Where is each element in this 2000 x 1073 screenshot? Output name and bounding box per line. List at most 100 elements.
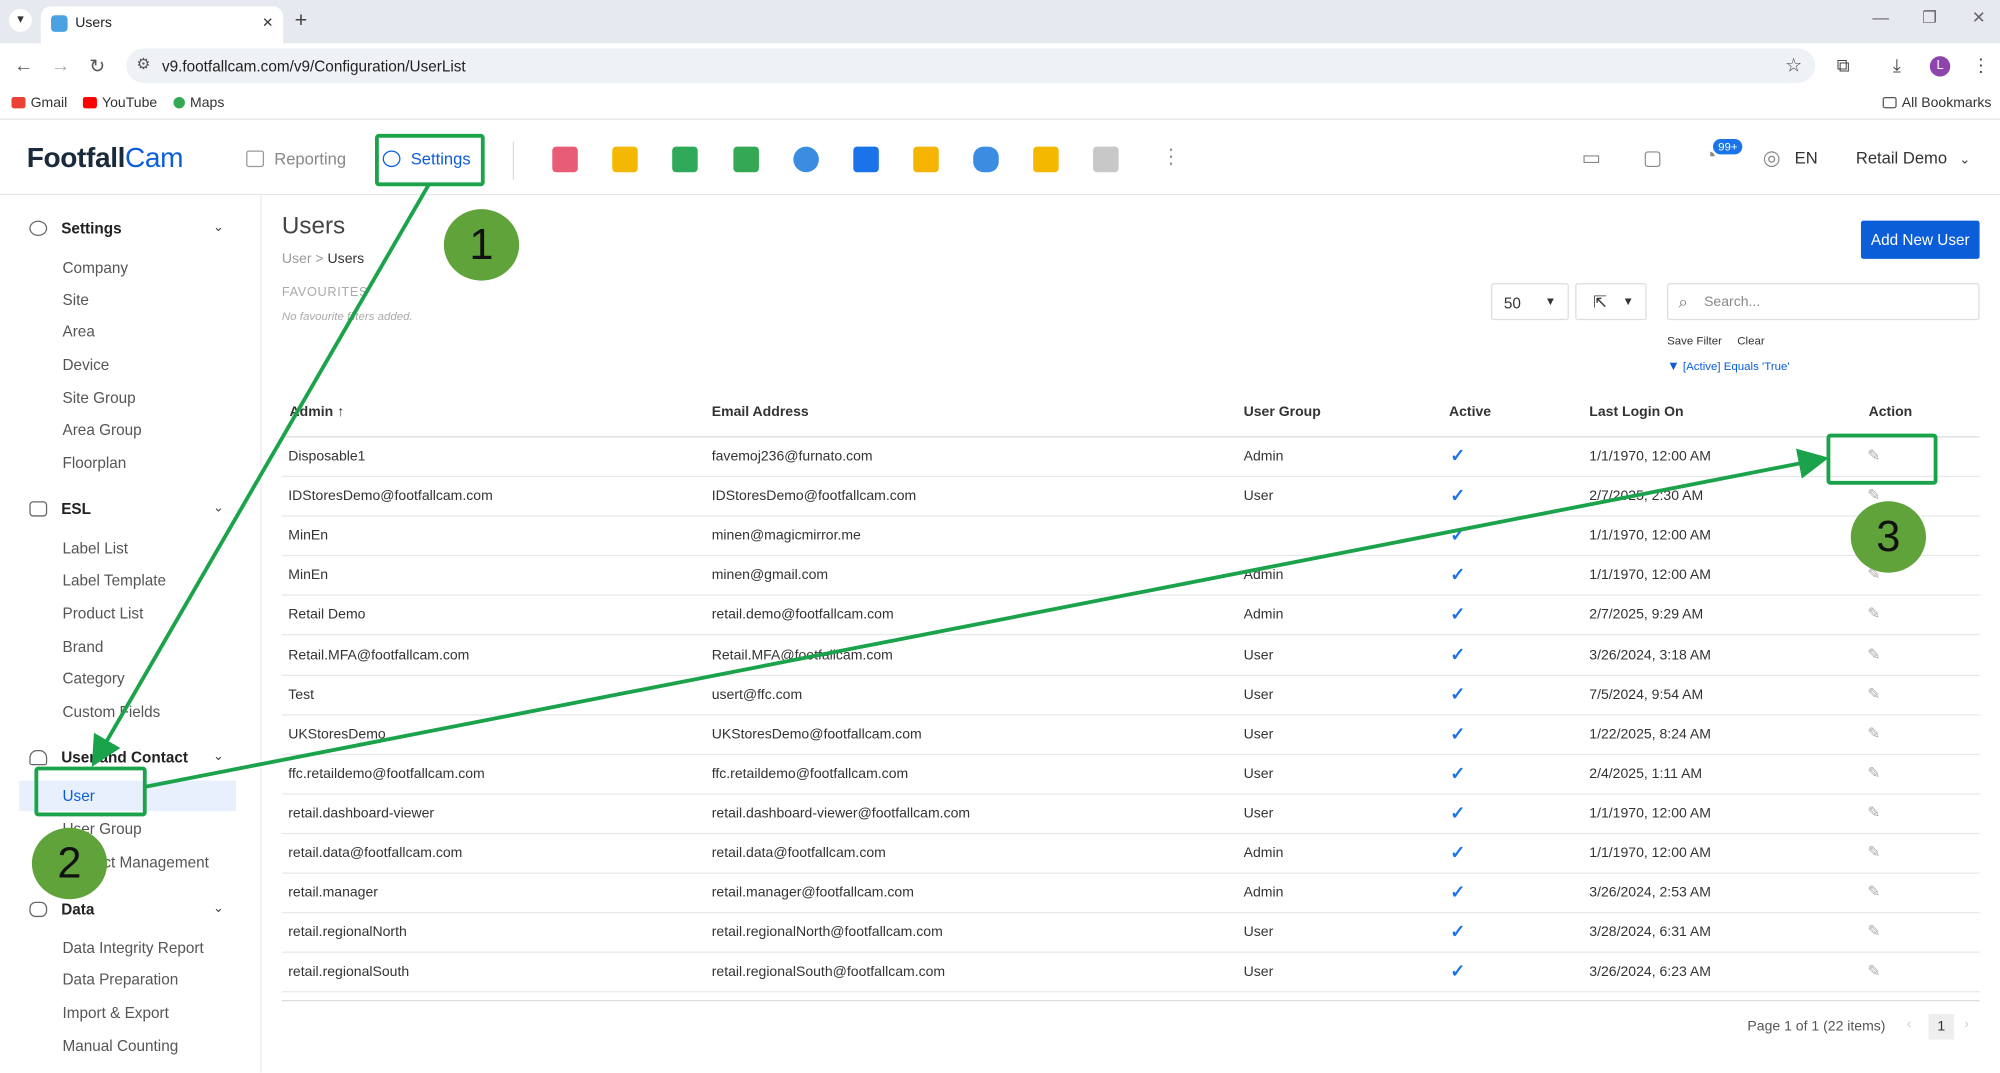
active-filter-chip[interactable]: ▼ [Active] Equals 'True': [1667, 360, 1790, 374]
table-row[interactable]: Retail.MFA@footfallcam.com Retail.MFA@foo…: [281, 636, 1980, 676]
sidebar-item-category[interactable]: Category: [62, 670, 124, 688]
table-row[interactable]: retail.regionalSouth retail.regionalSouth…: [281, 953, 1980, 993]
chevron-down-icon[interactable]: ⌄: [213, 902, 224, 916]
edit-pencil-icon[interactable]: ✎: [1867, 605, 1880, 623]
gift-app-icon[interactable]: [552, 146, 578, 173]
back-icon[interactable]: ←: [14, 55, 33, 77]
forward-icon[interactable]: →: [51, 55, 70, 77]
edit-pencil-icon[interactable]: ✎: [1867, 843, 1880, 861]
sidebar-item-label-template[interactable]: Label Template: [62, 571, 166, 589]
weather-app-icon[interactable]: [793, 146, 819, 173]
edit-pencil-icon[interactable]: ✎: [1867, 486, 1880, 504]
add-new-user-button[interactable]: Add New User: [1860, 220, 1980, 259]
search-input[interactable]: [1704, 290, 1960, 314]
chevron-down-icon[interactable]: ⌄: [213, 501, 224, 515]
new-tab-icon[interactable]: +: [295, 8, 308, 34]
sidebar-item-device[interactable]: Device: [62, 356, 109, 374]
report-app-icon[interactable]: [733, 146, 759, 173]
restore-icon[interactable]: ❐: [1922, 8, 1937, 28]
edit-pencil-icon[interactable]: ✎: [1867, 764, 1880, 782]
user-menu[interactable]: Retail Demo ⌄: [1856, 148, 1970, 167]
chevron-down-icon[interactable]: ⌄: [213, 750, 224, 764]
more-apps-icon[interactable]: ⋮: [1161, 144, 1181, 170]
table-row[interactable]: Test usert@ffc.com User 7/5/2024, 9:54 AM ✓ ✎: [281, 675, 1980, 716]
next-page-icon[interactable]: ›: [1964, 1017, 1969, 1032]
sidebar-section-esl[interactable]: ESL: [29, 500, 91, 518]
table-row[interactable]: MinEn minen@gmail.com Admin 1/1/1970, 12:00…: [281, 556, 1980, 597]
table-row[interactable]: retail.regionalNorth retail.regionalNorth…: [281, 913, 1980, 954]
table-row[interactable]: IDStoresDemo@footfallcam.com IDStoresDemo…: [281, 477, 1980, 517]
sidebar-item-area-group[interactable]: Area Group: [62, 421, 141, 439]
minimize-icon[interactable]: —: [1872, 8, 1889, 27]
chart-app-icon[interactable]: [612, 146, 638, 173]
address-bar[interactable]: ⚙ v9.footfallcam.com/v9/Configuration/Us…: [126, 48, 1816, 83]
column-header-user-group[interactable]: User Group: [1244, 404, 1321, 419]
table-row[interactable]: Retail Demo retail.demo@footfallcam.com Ad…: [281, 596, 1980, 636]
edit-pencil-icon[interactable]: ✎: [1867, 684, 1880, 702]
browser-tab[interactable]: Users ×: [40, 6, 284, 44]
edit-pencil-icon[interactable]: ✎: [1867, 883, 1880, 901]
table-row[interactable]: retail.dashboard-viewer retail.dashboard-…: [281, 794, 1980, 835]
current-page-button[interactable]: 1: [1928, 1014, 1955, 1040]
sidebar-item-area[interactable]: Area: [62, 323, 94, 341]
sidebar-item-manual-counting[interactable]: Manual Counting: [62, 1037, 178, 1055]
sidebar-item-import-export[interactable]: Import & Export: [62, 1004, 168, 1022]
column-header-admin[interactable]: Admin ↑: [290, 404, 345, 419]
breadcrumb-root[interactable]: User: [282, 251, 312, 266]
sidebar-item-site-group[interactable]: Site Group: [62, 389, 135, 407]
profile-avatar[interactable]: L: [1929, 56, 1951, 77]
tab-search-icon[interactable]: ▾: [8, 8, 32, 32]
bookmark-maps[interactable]: Maps: [173, 96, 224, 111]
export-dropdown[interactable]: ⇱ ▼: [1575, 283, 1647, 321]
column-header-active[interactable]: Active: [1449, 404, 1491, 419]
server-app-icon[interactable]: [1093, 146, 1119, 173]
edit-pencil-icon[interactable]: ✎: [1867, 803, 1880, 821]
sidebar-item-product-list[interactable]: Product List: [62, 605, 143, 623]
edit-pencil-icon[interactable]: ✎: [1867, 922, 1880, 940]
column-header-email[interactable]: Email Address: [712, 404, 809, 419]
browser-menu-icon[interactable]: ⋮: [1972, 55, 1990, 77]
sidebar-item-label-list[interactable]: Label List: [62, 540, 128, 558]
edit-pencil-icon[interactable]: ✎: [1867, 645, 1880, 663]
column-header-last-login[interactable]: Last Login On: [1589, 404, 1683, 419]
prev-page-icon[interactable]: ‹: [1907, 1017, 1912, 1032]
footfallcam-logo[interactable]: FootfallCam: [27, 142, 184, 175]
sidebar-item-custom-fields[interactable]: Custom Fields: [62, 703, 160, 721]
document-app-icon[interactable]: [913, 146, 939, 173]
bookmark-star-icon[interactable]: ☆: [1785, 54, 1802, 77]
table-row[interactable]: MinEn minen@magicmirror.me 1/1/1970, 12:00…: [281, 517, 1980, 557]
all-bookmarks[interactable]: All Bookmarks: [1882, 96, 1991, 111]
reload-icon[interactable]: ↻: [89, 55, 105, 78]
tab-close-icon[interactable]: ×: [263, 11, 273, 31]
chat-icon[interactable]: ▢: [1643, 145, 1662, 171]
save-filter-link[interactable]: Save Filter: [1667, 334, 1722, 347]
sidebar-item-floorplan[interactable]: Floorplan: [62, 454, 126, 472]
table-row[interactable]: Disposable1 favemoj236@furnato.com Admin 1/…: [281, 437, 1980, 478]
extensions-icon[interactable]: ⧉: [1837, 55, 1850, 77]
language-selector[interactable]: EN: [1795, 148, 1818, 167]
table-row[interactable]: retail.data@footfallcam.com retail.data@f…: [281, 834, 1980, 874]
window-close-icon[interactable]: ✕: [1972, 8, 1986, 28]
sidebar-item-brand[interactable]: Brand: [62, 638, 103, 656]
sidebar-item-data-integrity-report[interactable]: Data Integrity Report: [62, 939, 203, 957]
sidebar-item-data-preparation[interactable]: Data Preparation: [62, 971, 178, 989]
calendar-app-icon[interactable]: [672, 146, 698, 173]
sidebar-item-site[interactable]: Site: [62, 291, 88, 309]
page-size-select[interactable]: 50 ▼: [1491, 283, 1569, 321]
globe-icon[interactable]: ◎: [1763, 145, 1781, 171]
edit-pencil-icon[interactable]: ✎: [1867, 962, 1880, 980]
sidebar-section-data[interactable]: Data: [29, 901, 94, 918]
sidebar-item-company[interactable]: Company: [62, 259, 128, 277]
sidebar-section-user-and-contact[interactable]: User and Contact: [29, 749, 188, 767]
clear-filter-link[interactable]: Clear: [1737, 334, 1764, 347]
nav-reporting[interactable]: Reporting: [246, 149, 346, 168]
search-box[interactable]: ⌕: [1667, 283, 1980, 321]
home-app-icon[interactable]: [853, 146, 879, 173]
sidebar-section-settings[interactable]: Settings: [29, 219, 122, 237]
table-row[interactable]: retail.manager retail.manager@footfallcam…: [281, 874, 1980, 914]
network-app-icon[interactable]: [1033, 146, 1059, 173]
ticket-icon[interactable]: ▭: [1582, 145, 1601, 171]
download-icon[interactable]: ⤓: [1893, 55, 1901, 77]
edit-pencil-icon[interactable]: ✎: [1867, 724, 1880, 742]
site-info-icon[interactable]: ⚙: [136, 55, 150, 73]
